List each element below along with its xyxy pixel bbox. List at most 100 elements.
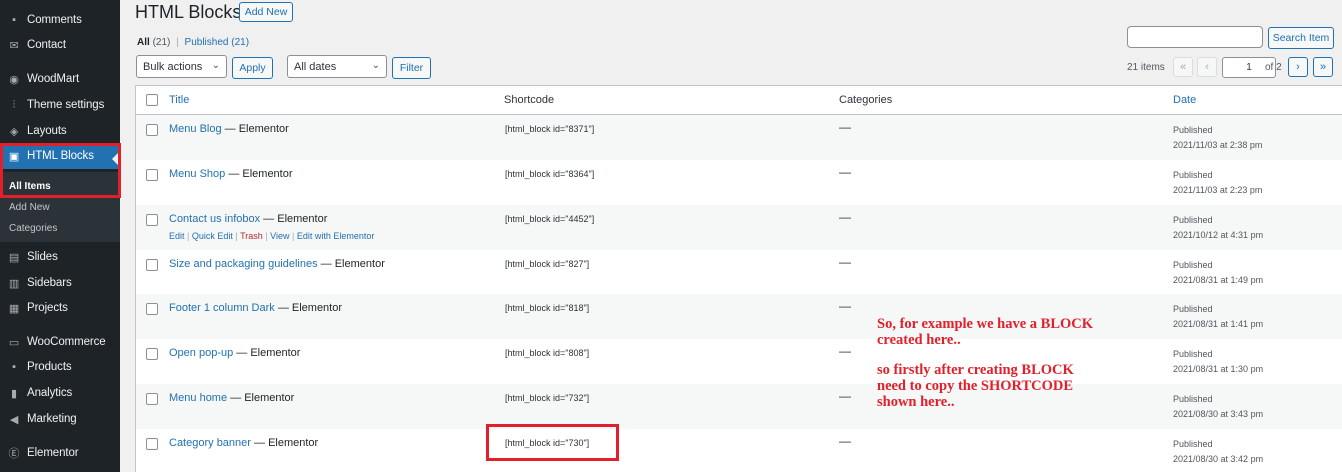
column-categories: Categories <box>839 94 893 106</box>
row-title-link[interactable]: Category banner <box>169 437 251 449</box>
prev-page-button[interactable]: ‹ <box>1197 57 1217 77</box>
row-date-value: 2021/08/31 at 1:41 pm <box>1173 319 1264 329</box>
menu-item-analytics[interactable]: ▮ Analytics <box>0 380 120 406</box>
edit-link[interactable]: Edit <box>169 231 185 241</box>
view-published[interactable]: Published (21) <box>185 37 250 48</box>
table-header: Title Shortcode Categories Date <box>136 86 1342 115</box>
filter-button[interactable]: Filter <box>392 57 431 79</box>
menu-item-projects[interactable]: ▦ Projects <box>0 295 120 321</box>
row-shortcode: [html_block id="818"] <box>505 303 590 313</box>
dates-value: All dates <box>294 60 337 73</box>
total-pages: of 2 <box>1265 62 1282 73</box>
row-title-link[interactable]: Menu Blog <box>169 123 222 135</box>
table-row: Menu Shop — Elementor [html_block id="83… <box>136 160 1342 205</box>
trash-link[interactable]: Trash <box>240 231 263 241</box>
row-checkbox[interactable] <box>146 348 158 360</box>
bar-chart-icon: ▮ <box>11 387 17 400</box>
row-category: — <box>839 389 851 403</box>
menu-item-theme-settings[interactable]: ⫶ Theme settings <box>0 92 120 118</box>
select-all-checkbox[interactable] <box>146 94 158 106</box>
row-checkbox[interactable] <box>146 438 158 450</box>
first-page-button[interactable]: « <box>1173 57 1193 77</box>
row-title-link[interactable]: Size and packaging guidelines <box>169 258 318 270</box>
row-date: Published 2021/10/12 at 4:31 pm <box>1173 213 1263 243</box>
dates-select[interactable]: All dates ⌄ <box>287 55 387 78</box>
row-category: — <box>839 165 851 179</box>
row-title: Contact us infobox — Elementor <box>169 213 327 225</box>
search-button[interactable]: Search Item <box>1268 27 1334 49</box>
column-title[interactable]: Title <box>169 94 189 106</box>
row-date: Published 2021/08/30 at 3:43 pm <box>1173 392 1263 422</box>
comments-icon: ▪ <box>12 14 16 26</box>
menu-label: Analytics <box>27 387 73 399</box>
row-status: Published <box>1173 349 1213 359</box>
row-actions: Edit | Quick Edit | Trash | View | Edit … <box>169 231 374 241</box>
row-category: — <box>839 434 851 448</box>
row-category: — <box>839 120 851 134</box>
menu-label: Comments <box>27 14 82 26</box>
row-title-suffix: — Elementor <box>221 123 289 135</box>
row-checkbox[interactable] <box>146 259 158 271</box>
row-title-link[interactable]: Contact us infobox <box>169 213 260 225</box>
menu-label: Elementor <box>27 447 79 459</box>
row-shortcode: [html_block id="827"] <box>505 259 590 269</box>
row-status: Published <box>1173 170 1213 180</box>
view-separator: | <box>176 37 179 48</box>
menu-item-woodmart[interactable]: ◉ WoodMart <box>0 66 120 92</box>
row-title-link[interactable]: Menu home <box>169 392 227 404</box>
menu-item-woocommerce[interactable]: ▭ WooCommerce <box>0 329 120 355</box>
row-checkbox[interactable] <box>146 393 158 405</box>
row-title-suffix: — Elementor <box>233 347 301 359</box>
edit-with-elementor-link[interactable]: Edit with Elementor <box>297 231 375 241</box>
menu-label: Theme settings <box>27 99 105 111</box>
row-date: Published 2021/08/31 at 1:41 pm <box>1173 302 1263 332</box>
menu-item-elementor[interactable]: Ⓔ Elementor <box>0 440 120 466</box>
row-category: — <box>839 210 851 224</box>
menu-item-layouts[interactable]: ◈ Layouts <box>0 118 120 144</box>
sidebars-icon: ▥ <box>8 277 20 290</box>
row-status: Published <box>1173 125 1213 135</box>
view-all-count: (21) <box>152 37 171 48</box>
row-title-link[interactable]: Menu Shop <box>169 168 225 180</box>
menu-item-sidebars[interactable]: ▥ Sidebars <box>0 270 120 296</box>
items-count: 21 items <box>1127 62 1165 73</box>
menu-label: Slides <box>27 251 58 263</box>
apply-button[interactable]: Apply <box>232 57 273 79</box>
menu-item-contact[interactable]: ✉ Contact <box>0 32 120 58</box>
layers-icon: ◈ <box>9 125 19 138</box>
view-all[interactable]: All <box>137 37 150 48</box>
chevron-down-icon: ⌄ <box>211 60 220 71</box>
chevron-down-icon: ⌄ <box>371 60 380 71</box>
quick-edit-link[interactable]: Quick Edit <box>192 231 233 241</box>
row-checkbox[interactable] <box>146 214 158 226</box>
menu-item-slides[interactable]: ▤ Slides <box>0 244 120 270</box>
row-title-link[interactable]: Footer 1 column Dark <box>169 302 275 314</box>
row-date: Published 2021/11/03 at 2:23 pm <box>1173 168 1262 198</box>
submenu-categories[interactable]: Categories <box>9 223 57 234</box>
table-row: Category banner — Elementor [html_block … <box>136 429 1342 472</box>
view-link[interactable]: View <box>270 231 289 241</box>
menu-item-marketing[interactable]: ◀ Marketing <box>0 406 120 432</box>
highlight-box-menu <box>0 143 121 198</box>
mail-icon: ✉ <box>9 39 19 52</box>
bulk-actions-select[interactable]: Bulk actions ⌄ <box>136 55 227 78</box>
column-date[interactable]: Date <box>1173 94 1196 106</box>
menu-item-comments[interactable]: ▪ Comments <box>0 7 120 33</box>
row-checkbox[interactable] <box>146 303 158 315</box>
menu-label: WoodMart <box>27 73 80 85</box>
row-title-suffix: — Elementor <box>250 437 319 449</box>
add-new-button[interactable]: Add New <box>239 2 293 22</box>
submenu-add-new[interactable]: Add New <box>9 202 50 213</box>
next-page-button[interactable]: › <box>1288 57 1308 77</box>
row-title-link[interactable]: Open pop-up <box>169 347 233 359</box>
row-checkbox[interactable] <box>146 124 158 136</box>
row-date-value: 2021/11/03 at 2:23 pm <box>1173 185 1263 195</box>
row-category: — <box>839 344 851 358</box>
last-page-button[interactable]: » <box>1313 57 1333 77</box>
row-checkbox[interactable] <box>146 169 158 181</box>
slides-icon: ▤ <box>8 251 20 264</box>
search-input[interactable] <box>1127 26 1263 48</box>
annotation-line: So, for example we have a BLOCK <box>877 316 1094 332</box>
table-row: Menu Blog — Elementor [html_block id="83… <box>136 115 1342 160</box>
menu-item-products[interactable]: ▪ Products <box>0 354 120 380</box>
